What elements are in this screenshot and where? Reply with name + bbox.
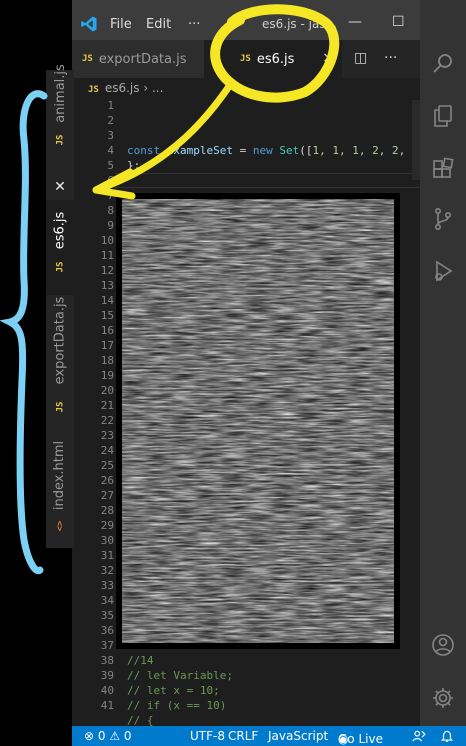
code-line-5: };	[127, 159, 141, 172]
code-line-37: //14	[127, 654, 154, 667]
side-tab-label: es6.js	[52, 211, 68, 250]
tab-exportdata[interactable]: JS exportData.js	[72, 40, 204, 78]
tab-label: es6.js	[256, 51, 295, 67]
split-editor-icon[interactable]: ◫	[354, 50, 367, 66]
js-file-icon: JS	[240, 54, 251, 64]
breadcrumb: JS es6.js › ...	[72, 78, 420, 100]
js-file-icon: JS	[55, 261, 65, 273]
js-file-icon: JS	[55, 401, 65, 413]
search-icon[interactable]	[431, 51, 455, 75]
current-line-highlight	[115, 173, 420, 188]
window-title: es6.js - jas...	[262, 17, 338, 31]
code-line-38: // let Variable;	[127, 669, 233, 682]
extensions-icon[interactable]	[431, 157, 455, 181]
tab-label: exportData.js	[98, 51, 187, 67]
line-number: 14	[100, 294, 114, 307]
eol-indicator[interactable]: CRLF	[228, 729, 258, 743]
line-number: 32	[100, 564, 114, 577]
line-number: 33	[100, 579, 114, 592]
line-number: 41	[100, 699, 114, 712]
side-tab-label: index.html	[52, 440, 68, 510]
line-number: 34	[100, 594, 114, 607]
code-line-4: const exampleSet = new Set([1, 1, 1, 2, …	[127, 144, 420, 157]
settings-gear-icon[interactable]	[431, 686, 455, 710]
line-number: 8	[107, 204, 114, 217]
line-number: 23	[100, 429, 114, 442]
html-file-icon: <>	[55, 520, 65, 531]
live-share-icon[interactable]	[412, 729, 426, 743]
line-number: 4	[107, 144, 114, 157]
minimize-button[interactable]: —	[348, 14, 362, 30]
encoding-indicator[interactable]: UTF-8	[190, 729, 225, 743]
line-number: 40	[100, 684, 114, 697]
line-number: 38	[100, 654, 114, 667]
side-tab-animal[interactable]: JS animal.js	[46, 64, 74, 160]
line-number: 31	[100, 549, 114, 562]
explorer-icon[interactable]	[431, 104, 455, 128]
menu-file[interactable]: File	[110, 17, 132, 32]
side-tab-exportdata[interactable]: JS exportData.js	[46, 297, 74, 440]
js-file-icon: JS	[55, 134, 65, 145]
breadcrumb-symbol[interactable]: ...	[152, 81, 163, 95]
code-line-39: // let x = 10;	[127, 684, 220, 697]
problems-indicator[interactable]: ⊗ 0 ⚠ 0	[84, 729, 132, 743]
breadcrumb-separator: ›	[143, 81, 149, 95]
code-line-41: // {	[127, 714, 154, 726]
status-bar: ⊗ 0 ⚠ 0 UTF-8 CRLF JavaScript ◉ Go Live	[72, 726, 466, 746]
menu-edit[interactable]: Edit	[146, 17, 171, 32]
noise-texture	[122, 199, 394, 643]
noise-image-overlay	[116, 193, 400, 649]
line-number: 7	[107, 189, 114, 202]
close-icon[interactable]: ×	[322, 50, 334, 66]
code-line-40: // if (x == 10)	[127, 699, 227, 712]
account-icon[interactable]	[431, 633, 455, 657]
side-tab-es6[interactable]: JS es6.js	[46, 200, 74, 295]
editor-tab-bar: JS exportData.js JS es6.js × ◫ ···	[72, 40, 420, 78]
line-number: 30	[100, 534, 114, 547]
line-number: 39	[100, 669, 114, 682]
side-tab-index[interactable]: <> index.html	[46, 440, 74, 548]
side-tab-label: animal.js	[52, 63, 68, 123]
side-tab-label: exportData.js	[52, 296, 68, 385]
line-number: 22	[100, 414, 114, 427]
maximize-button[interactable]: ☐	[392, 14, 405, 30]
line-number: 5	[107, 159, 114, 172]
menu-more[interactable]: ···	[188, 17, 200, 32]
tab-es6[interactable]: JS es6.js ×	[204, 40, 342, 78]
more-actions-icon[interactable]: ···	[384, 50, 397, 66]
language-indicator[interactable]: JavaScript	[268, 729, 328, 743]
scrollbar[interactable]	[412, 100, 420, 180]
line-number: 35	[100, 609, 114, 622]
bell-icon[interactable]	[440, 729, 454, 743]
line-number: 24	[100, 444, 114, 457]
line-number: 15	[100, 309, 114, 322]
breadcrumb-file[interactable]: es6.js	[105, 81, 140, 95]
line-number: 37	[100, 639, 114, 652]
side-tab-close[interactable]: ✕	[46, 174, 74, 200]
line-number: 13	[100, 279, 114, 292]
run-debug-icon[interactable]	[431, 259, 455, 283]
activity-bar	[420, 0, 466, 726]
line-number: 36	[100, 624, 114, 637]
js-file-icon: JS	[88, 85, 99, 95]
vertical-tab-panel: JS animal.js ✕ JS es6.js JS exportData.j…	[46, 64, 74, 548]
vscode-logo-icon	[81, 16, 97, 32]
js-file-icon: JS	[82, 54, 93, 64]
close-icon[interactable]: ✕	[54, 179, 66, 195]
source-control-icon[interactable]	[431, 207, 455, 231]
line-number: 6	[107, 174, 114, 187]
